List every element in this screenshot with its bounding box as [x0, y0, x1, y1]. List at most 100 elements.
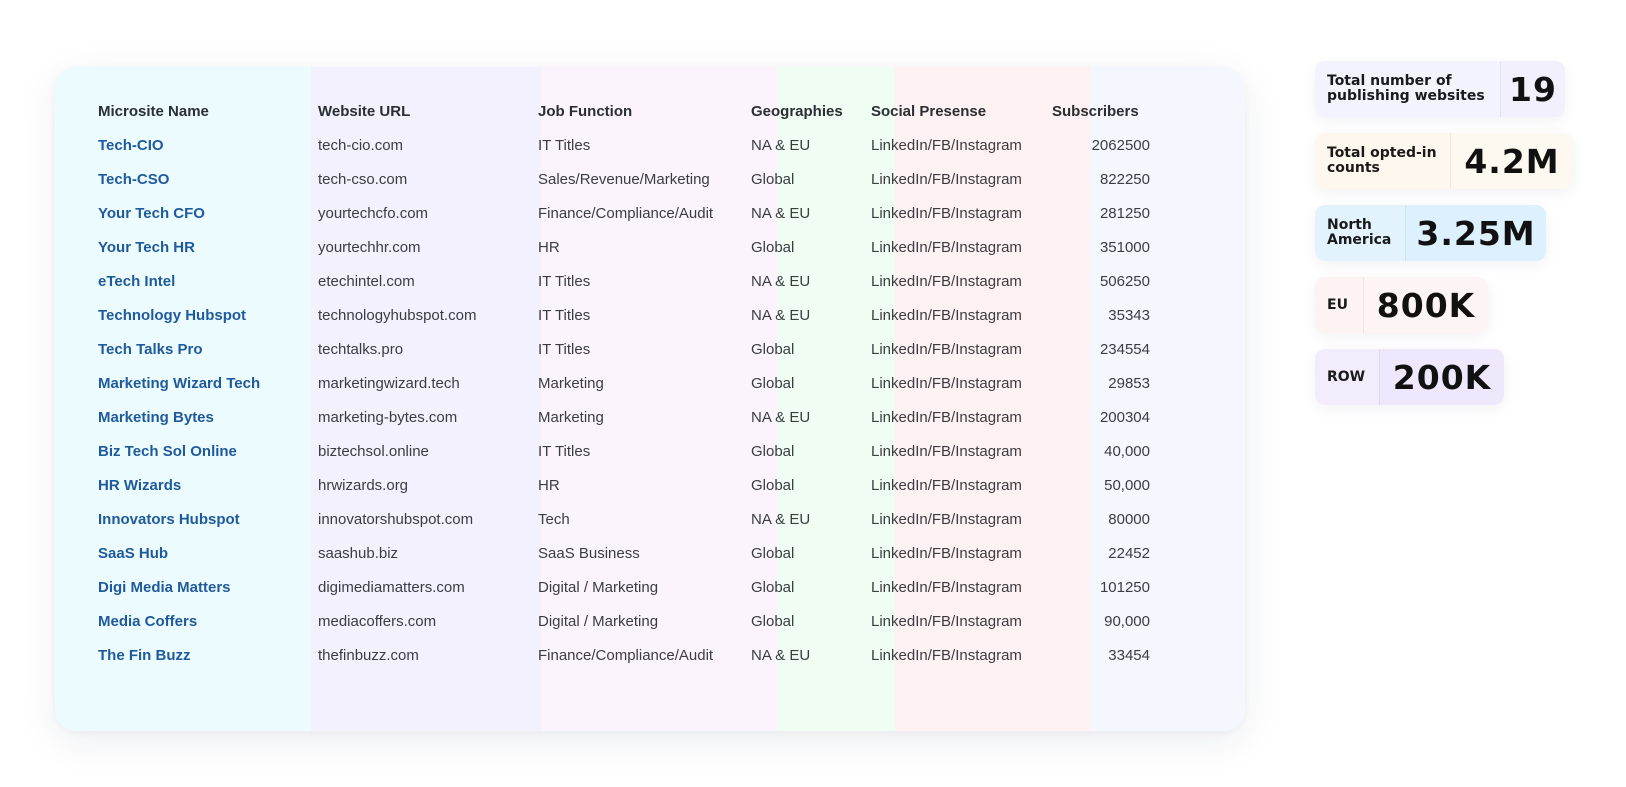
website-url: thefinbuzz.com [318, 647, 419, 664]
job-function: IT Titles [538, 137, 591, 154]
geography: Global [751, 375, 795, 392]
geography: Global [751, 545, 795, 562]
stat-label-line: ROW [1327, 368, 1366, 385]
website-url: marketing-bytes.com [318, 409, 458, 426]
stat-value: 4.2M [1450, 133, 1573, 189]
geography: Global [751, 579, 795, 596]
geography: Global [751, 443, 795, 460]
website-url: digimediamatters.com [318, 579, 465, 596]
stat-publishing-websites: Total number of publishing websites 19 [1315, 61, 1565, 117]
job-function: HR [538, 477, 560, 494]
header-microsite-name: Microsite Name [98, 103, 209, 120]
stat-value: 3.25M [1405, 205, 1546, 261]
subscriber-count: 506250 [1099, 273, 1150, 290]
subscriber-count: 40,000 [1104, 443, 1150, 460]
subscriber-count: 35343 [1108, 307, 1150, 324]
microsite-name-link[interactable]: SaaS Hub [98, 544, 168, 564]
social-presense: LinkedIn/FB/Instagram [871, 273, 1022, 290]
subscriber-count: 281250 [1099, 205, 1150, 222]
subscriber-count: 351000 [1099, 239, 1150, 256]
microsite-name-link[interactable]: Tech-CIO [98, 136, 164, 156]
subscriber-count: 80000 [1108, 511, 1150, 528]
microsite-name-link[interactable]: Tech-CSO [98, 170, 169, 190]
subscriber-count: 2062500 [1091, 137, 1150, 154]
social-presense: LinkedIn/FB/Instagram [871, 647, 1022, 664]
geography: Global [751, 239, 795, 256]
job-function: IT Titles [538, 273, 591, 290]
geography: Global [751, 171, 795, 188]
microsite-name-link[interactable]: eTech Intel [98, 272, 175, 292]
subscriber-count: 822250 [1099, 171, 1150, 188]
job-function: Marketing [538, 375, 604, 392]
stat-row: ROW 200K [1315, 349, 1504, 405]
stat-label: Total opted-in counts [1315, 133, 1450, 189]
subscriber-count: 200304 [1099, 409, 1150, 426]
job-function: IT Titles [538, 443, 591, 460]
social-presense: LinkedIn/FB/Instagram [871, 613, 1022, 630]
job-function: HR [538, 239, 560, 256]
subscriber-count: 101250 [1099, 579, 1150, 596]
job-function: Finance/Compliance/Audit [538, 205, 714, 222]
header-geographies: Geographies [751, 103, 843, 120]
microsite-name-link[interactable]: Your Tech HR [98, 238, 195, 258]
job-function: Digital / Marketing [538, 579, 659, 596]
stat-label: Total number of publishing websites [1315, 61, 1500, 117]
microsite-table: Microsite Name Website URL Job Function Geo… [55, 67, 1245, 731]
social-presense: LinkedIn/FB/Instagram [871, 409, 1022, 426]
microsite-name-link[interactable]: HR Wizards [98, 476, 181, 496]
subscriber-count: 33454 [1108, 647, 1150, 664]
social-presense: LinkedIn/FB/Instagram [871, 341, 1022, 358]
stat-label-line: America [1327, 232, 1392, 248]
stat-label: ROW [1315, 349, 1379, 405]
microsite-name-link[interactable]: Digi Media Matters [98, 578, 231, 598]
stat-north-america: North America 3.25M [1315, 205, 1546, 261]
website-url: yourtechcfo.com [318, 205, 429, 222]
subscriber-count: 50,000 [1104, 477, 1150, 494]
geography: NA & EU [751, 205, 811, 222]
social-presense: LinkedIn/FB/Instagram [871, 137, 1022, 154]
stat-value: 800K [1363, 277, 1488, 333]
website-url: hrwizards.org [318, 477, 409, 494]
job-function: Tech [538, 511, 570, 528]
job-function: IT Titles [538, 341, 591, 358]
stat-eu: EU 800K [1315, 277, 1488, 333]
subscriber-count: 22452 [1108, 545, 1150, 562]
microsite-name-link[interactable]: Tech Talks Pro [98, 340, 202, 360]
job-function: Digital / Marketing [538, 613, 659, 630]
header-job-function: Job Function [538, 103, 633, 120]
geography: NA & EU [751, 273, 811, 290]
social-presense: LinkedIn/FB/Instagram [871, 443, 1022, 460]
microsite-name-link[interactable]: Marketing Bytes [98, 408, 214, 428]
subscriber-count: 90,000 [1104, 613, 1150, 630]
website-url: etechintel.com [318, 273, 415, 290]
website-url: saashub.biz [318, 545, 399, 562]
microsite-name-link[interactable]: Innovators Hubspot [98, 510, 240, 530]
microsite-name-link[interactable]: The Fin Buzz [98, 646, 191, 666]
social-presense: LinkedIn/FB/Instagram [871, 511, 1022, 528]
microsite-name-link[interactable]: Technology Hubspot [98, 306, 246, 326]
geography: Global [751, 341, 795, 358]
stat-label-line: Total opted-in [1327, 145, 1437, 161]
website-url: techtalks.pro [318, 341, 404, 358]
social-presense: LinkedIn/FB/Instagram [871, 171, 1022, 188]
microsite-name-link[interactable]: Your Tech CFO [98, 204, 205, 224]
website-url: tech-cio.com [318, 137, 404, 154]
job-function: SaaS Business [538, 545, 640, 562]
stat-label-line: publishing websites [1327, 88, 1485, 104]
stat-label-line: North [1327, 217, 1372, 233]
website-url: technologyhubspot.com [318, 307, 477, 324]
microsite-name-link[interactable]: Media Coffers [98, 612, 197, 632]
website-url: mediacoffers.com [318, 613, 437, 630]
website-url: innovatorshubspot.com [318, 511, 474, 528]
microsite-name-link[interactable]: Marketing Wizard Tech [98, 374, 260, 394]
stat-label: North America [1315, 205, 1405, 261]
stat-opted-in-counts: Total opted-in counts 4.2M [1315, 133, 1573, 189]
geography: NA & EU [751, 647, 811, 664]
social-presense: LinkedIn/FB/Instagram [871, 239, 1022, 256]
stat-value: 19 [1500, 61, 1565, 117]
website-url: biztechsol.online [318, 443, 429, 460]
stat-label: EU [1315, 277, 1363, 333]
social-presense: LinkedIn/FB/Instagram [871, 205, 1022, 222]
microsite-name-link[interactable]: Biz Tech Sol Online [98, 442, 237, 462]
header-website-url: Website URL [318, 103, 411, 120]
